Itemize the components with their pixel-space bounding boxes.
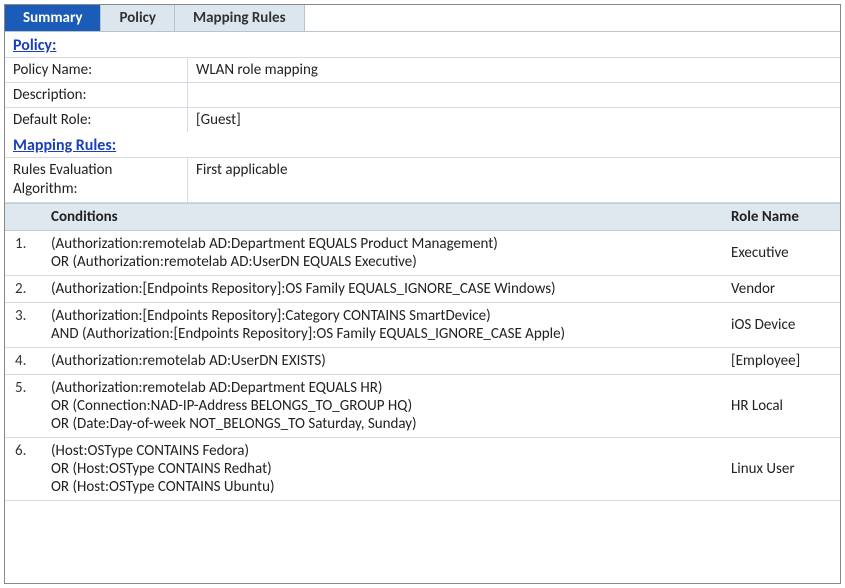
- rules-table-header: Conditions Role Name: [5, 203, 840, 231]
- label-default-role: Default Role:: [5, 108, 187, 132]
- value-policy-name: WLAN role mapping: [187, 58, 840, 82]
- cell-rule-number: 2.: [5, 276, 45, 302]
- row-policy-name: Policy Name: WLAN role mapping: [5, 57, 840, 82]
- cell-conditions: (Authorization:remotelab AD:UserDN EXIST…: [45, 348, 725, 374]
- cell-rule-number: 4.: [5, 348, 45, 374]
- cell-rule-number: 1.: [5, 231, 45, 275]
- cell-conditions: (Host:OSType CONTAINS Fedora) OR (Host:O…: [45, 438, 725, 500]
- cell-conditions: (Authorization:[Endpoints Repository]:OS…: [45, 276, 725, 302]
- policy-heading: Policy:: [5, 32, 840, 57]
- cell-rule-number: 6.: [5, 438, 45, 500]
- table-row[interactable]: 3.(Authorization:[Endpoints Repository]:…: [5, 303, 840, 348]
- rules-table-body: 1.(Authorization:remotelab AD:Department…: [5, 231, 840, 501]
- table-row[interactable]: 2.(Authorization:[Endpoints Repository]:…: [5, 276, 840, 303]
- value-default-role: [Guest]: [187, 108, 840, 132]
- table-row[interactable]: 4.(Authorization:remotelab AD:UserDN EXI…: [5, 348, 840, 375]
- tab-spacer: [305, 5, 840, 31]
- cell-conditions: (Authorization:remotelab AD:Department E…: [45, 231, 725, 275]
- cell-role-name: Executive: [725, 231, 840, 275]
- mapping-rules-heading: Mapping Rules:: [5, 132, 840, 157]
- row-default-role: Default Role: [Guest]: [5, 107, 840, 132]
- tab-bar: Summary Policy Mapping Rules: [5, 5, 840, 32]
- cell-rule-number: 5.: [5, 375, 45, 437]
- tab-policy[interactable]: Policy: [101, 5, 175, 31]
- cell-conditions: (Authorization:[Endpoints Repository]:Ca…: [45, 303, 725, 347]
- policy-summary-panel: Summary Policy Mapping Rules Policy: Pol…: [4, 4, 841, 584]
- cell-role-name: Vendor: [725, 276, 840, 302]
- col-header-num: [5, 204, 45, 230]
- label-description: Description:: [5, 83, 187, 107]
- table-row[interactable]: 6.(Host:OSType CONTAINS Fedora) OR (Host…: [5, 438, 840, 501]
- col-header-role: Role Name: [725, 204, 840, 230]
- label-policy-name: Policy Name:: [5, 58, 187, 82]
- value-description: [187, 83, 840, 107]
- col-header-conditions: Conditions: [45, 204, 725, 230]
- cell-role-name: HR Local: [725, 375, 840, 437]
- cell-rule-number: 3.: [5, 303, 45, 347]
- table-row[interactable]: 1.(Authorization:remotelab AD:Department…: [5, 231, 840, 276]
- value-eval-algorithm: First applicable: [187, 158, 840, 202]
- cell-conditions: (Authorization:remotelab AD:Department E…: [45, 375, 725, 437]
- cell-role-name: iOS Device: [725, 303, 840, 347]
- table-row[interactable]: 5.(Authorization:remotelab AD:Department…: [5, 375, 840, 438]
- tab-mapping-rules[interactable]: Mapping Rules: [175, 5, 305, 31]
- row-eval-algorithm: Rules Evaluation Algorithm: First applic…: [5, 157, 840, 203]
- row-description: Description:: [5, 82, 840, 107]
- label-eval-algorithm: Rules Evaluation Algorithm:: [5, 158, 187, 202]
- cell-role-name: [Employee]: [725, 348, 840, 374]
- cell-role-name: Linux User: [725, 438, 840, 500]
- tab-summary[interactable]: Summary: [5, 5, 101, 31]
